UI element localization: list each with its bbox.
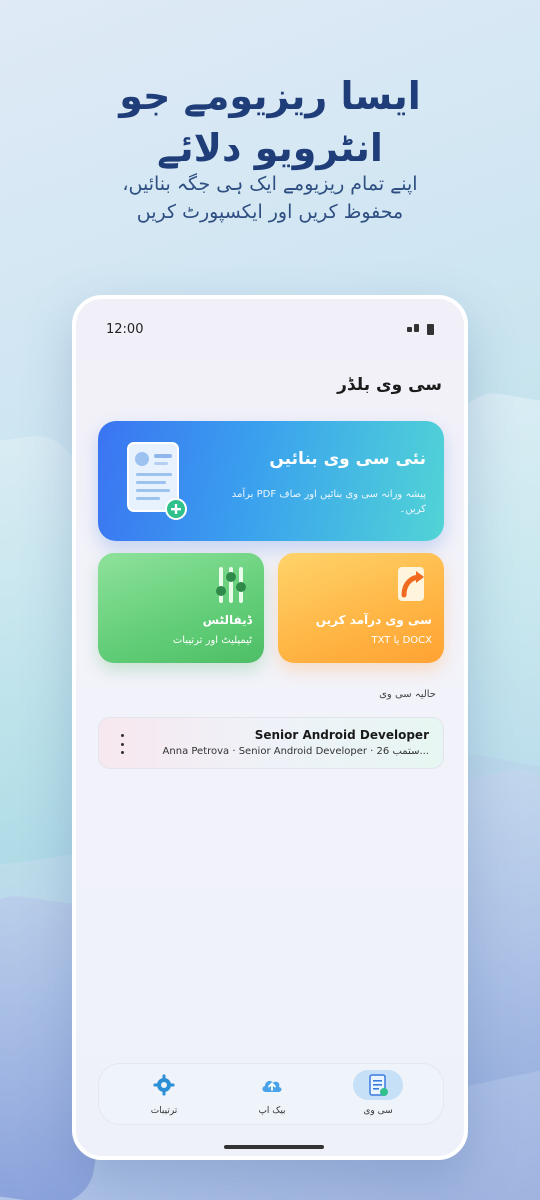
defaults-title: ڈیفالٹس (202, 613, 252, 627)
defaults-subtitle: ٹیمپلیٹ اور ترتیبات (172, 635, 252, 646)
import-arrow-icon (398, 567, 424, 601)
import-cv-title: سی وی درآمد کریں (315, 613, 432, 627)
status-icons (407, 323, 434, 335)
promo-headline: ایسا ریزیومے جو انٹرویو دلائے (0, 70, 540, 174)
app-title: سی وی بلڈر (337, 375, 442, 395)
defaults-card[interactable]: ڈیفالٹس ٹیمپلیٹ اور ترتیبات (98, 553, 264, 663)
nav-item-settings[interactable]: ترتیبات (119, 1070, 209, 1120)
document-icon (369, 1074, 388, 1096)
status-bar: 12:00 (106, 319, 434, 339)
promo-headline-line2: انٹرویو دلائے (157, 126, 383, 170)
home-indicator (224, 1145, 324, 1149)
phone-frame: 12:00 سی وی بلڈر نئی سی وی بنائیں پیشہ و… (72, 295, 468, 1160)
status-time: 12:00 (106, 321, 144, 337)
more-options-icon[interactable] (119, 734, 125, 754)
document-add-icon (127, 442, 187, 520)
nav-label-cv: سی وی (363, 1106, 393, 1116)
sliders-icon (216, 567, 246, 603)
recent-section-label: حالیہ سی وی (379, 689, 436, 700)
promo-headline-line1: ایسا ریزیومے جو (119, 74, 421, 118)
signal-icon (407, 324, 419, 334)
import-cv-card[interactable]: سی وی درآمد کریں DOCX یا TXT (278, 553, 444, 663)
gear-icon (153, 1074, 175, 1096)
new-cv-title: نئی سی وی بنائیں (269, 449, 426, 469)
recent-cv-title: Senior Android Developer (254, 728, 429, 742)
import-cv-subtitle: DOCX یا TXT (371, 635, 433, 646)
promo-subline: اپنے تمام ریزیومے ایک ہی جگہ بنائیں، محف… (0, 170, 540, 226)
promo-subline-line1: اپنے تمام ریزیومے ایک ہی جگہ بنائیں، (122, 173, 418, 195)
nav-item-backup[interactable]: بیک اپ (227, 1070, 317, 1120)
recent-cv-item[interactable]: Senior Android Developer Anna Petrova · … (98, 717, 444, 769)
battery-icon (427, 323, 434, 335)
nav-label-settings: ترتیبات (150, 1106, 178, 1116)
new-cv-card[interactable]: نئی سی وی بنائیں پیشہ ورانہ سی وی بنائیں… (98, 421, 444, 541)
nav-item-cv[interactable]: سی وی (333, 1070, 423, 1120)
new-cv-description: پیشہ ورانہ سی وی بنائیں اور صاف PDF برآم… (231, 489, 426, 515)
nav-label-backup: بیک اپ (258, 1106, 286, 1116)
cloud-upload-icon (262, 1080, 282, 1092)
recent-cv-subtitle: Anna Petrova · Senior Android Developer … (162, 746, 429, 757)
bottom-navigation: سی وی بیک اپ ترتیبات (98, 1063, 444, 1125)
promo-subline-line2: محفوظ کریں اور ایکسپورٹ کریں (136, 201, 404, 223)
